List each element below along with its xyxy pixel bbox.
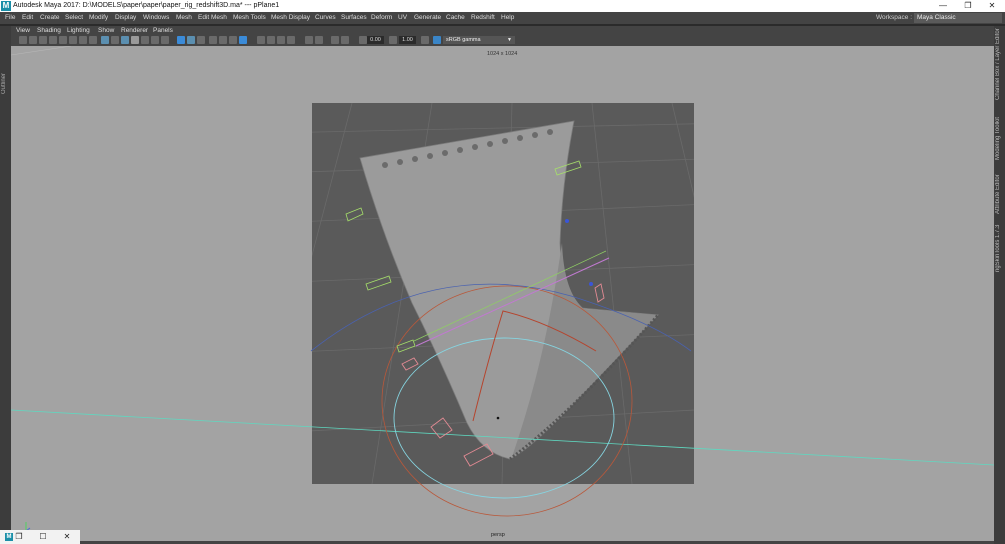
depth-of-field-icon[interactable]	[267, 36, 275, 44]
modeling-toolkit-tab[interactable]: Modeling Toolkit	[995, 112, 1004, 160]
restore-button[interactable]: ❐	[955, 0, 981, 12]
color-space-value: sRGB gamma	[446, 37, 481, 43]
outliner-tab[interactable]: Outliner	[1, 54, 10, 94]
grease-pencil-icon[interactable]	[69, 36, 77, 44]
select-camera-icon[interactable]	[19, 36, 27, 44]
isolate-select-icon[interactable]	[277, 36, 285, 44]
panel-menu-lighting[interactable]: Lighting	[67, 26, 90, 35]
multisample-aa-icon[interactable]	[257, 36, 265, 44]
window-title: Autodesk Maya 2017: D:\MODELS\paper\pape…	[13, 2, 280, 9]
channel-box-tab[interactable]: Channel Box / Layer Editor	[995, 28, 1004, 100]
x-ray-icon[interactable]	[287, 36, 295, 44]
panel-menu-bar: View Shading Lighting Show Renderer Pane…	[11, 26, 994, 35]
menu-mesh-display[interactable]: Mesh Display	[271, 12, 310, 24]
paper-sheet	[359, 120, 659, 460]
menu-mesh[interactable]: Mesh	[176, 12, 192, 24]
menu-edit-mesh[interactable]: Edit Mesh	[198, 12, 227, 24]
maya-icon[interactable]: M	[5, 533, 13, 541]
close-button[interactable]: ✕	[979, 0, 1005, 12]
film-gate-icon[interactable]	[89, 36, 97, 44]
menu-generate[interactable]: Generate	[414, 12, 441, 24]
menu-file[interactable]: File	[5, 12, 15, 24]
render-region	[312, 103, 694, 484]
restore-icon[interactable]: ❐	[14, 532, 24, 542]
maximize-icon[interactable]: ☐	[38, 532, 48, 542]
resolution-gate-label: 1024 x 1024	[487, 51, 518, 57]
view-transform-icon[interactable]	[421, 36, 429, 44]
menu-help[interactable]: Help	[501, 12, 514, 24]
main-menu-bar: File Edit Create Select Modify Display W…	[0, 12, 1005, 24]
ngskintools-tab[interactable]: ngSkinTools 1.7.3	[995, 222, 1004, 272]
shadows-icon[interactable]	[219, 36, 227, 44]
bookmarks-icon[interactable]	[39, 36, 47, 44]
minimize-button[interactable]: —	[930, 0, 956, 12]
menu-redshift[interactable]: Redshift	[471, 12, 495, 24]
panel-menu-show[interactable]: Show	[98, 26, 114, 35]
horizon-line	[11, 46, 72, 56]
camera-view-icon[interactable]	[331, 36, 339, 44]
left-tab-strip: Outliner	[0, 26, 11, 544]
color-management-icon[interactable]	[433, 36, 441, 44]
menu-display[interactable]: Display	[115, 12, 136, 24]
render-view-icon[interactable]	[341, 36, 349, 44]
title-bar: M Autodesk Maya 2017: D:\MODELS\paper\pa…	[0, 0, 1005, 12]
menu-uv[interactable]: UV	[398, 12, 407, 24]
menu-cache[interactable]: Cache	[446, 12, 465, 24]
image-plane-icon[interactable]	[49, 36, 57, 44]
motion-blur-icon[interactable]	[239, 36, 247, 44]
menu-modify[interactable]: Modify	[89, 12, 108, 24]
safe-action-icon[interactable]	[131, 36, 139, 44]
panel-menu-renderer[interactable]: Renderer	[121, 26, 148, 35]
safe-title-icon[interactable]	[141, 36, 149, 44]
resolution-gate-icon[interactable]	[101, 36, 109, 44]
menu-select[interactable]: Select	[65, 12, 83, 24]
panel-menu-shading[interactable]: Shading	[37, 26, 61, 35]
two-d-pan-icon[interactable]	[59, 36, 67, 44]
menu-curves[interactable]: Curves	[315, 12, 336, 24]
perspective-viewport[interactable]: 1024 x 1024 persp	[11, 46, 994, 541]
grid-icon[interactable]	[79, 36, 87, 44]
gate-mask-icon[interactable]	[111, 36, 119, 44]
maya-logo-icon: M	[1, 1, 11, 11]
close-icon[interactable]: ✕	[62, 532, 72, 542]
render-scene	[312, 103, 694, 484]
menu-create[interactable]: Create	[40, 12, 60, 24]
camera-attributes-icon[interactable]	[29, 36, 37, 44]
right-tab-strip: Channel Box / Layer Editor Modeling Tool…	[994, 26, 1005, 544]
gamma-icon[interactable]	[389, 36, 397, 44]
wireframe-icon[interactable]	[151, 36, 159, 44]
textured-icon[interactable]	[197, 36, 205, 44]
panel-toolbar: 0.00 1.00 sRGB gamma ▼	[11, 35, 994, 46]
gamma-field[interactable]: 1.00	[399, 36, 416, 44]
panel-menu-view[interactable]: View	[16, 26, 30, 35]
color-space-select[interactable]: sRGB gamma ▼	[443, 36, 515, 44]
smooth-shade-icon[interactable]	[161, 36, 169, 44]
menu-surfaces[interactable]: Surfaces	[341, 12, 367, 24]
workspace-label: Workspace :	[876, 14, 913, 21]
wireframe-on-shaded-icon[interactable]	[187, 36, 195, 44]
x-ray-joints-icon[interactable]	[305, 36, 313, 44]
use-all-lights-icon[interactable]	[209, 36, 217, 44]
minimized-window-bar: M ❐ ☐ ✕	[0, 530, 80, 544]
menu-edit[interactable]: Edit	[22, 12, 33, 24]
attribute-editor-tab[interactable]: Attribute Editor	[995, 170, 1004, 214]
x-ray-components-icon[interactable]	[315, 36, 323, 44]
use-default-material-icon[interactable]	[177, 36, 185, 44]
exposure-icon[interactable]	[359, 36, 367, 44]
panel-menu-panels[interactable]: Panels	[153, 26, 173, 35]
workspace-select[interactable]: Maya Classic	[914, 13, 1002, 23]
field-chart-icon[interactable]	[121, 36, 129, 44]
screen-space-ao-icon[interactable]	[229, 36, 237, 44]
camera-name-label: persp	[491, 532, 505, 538]
menu-deform[interactable]: Deform	[371, 12, 392, 24]
menu-mesh-tools[interactable]: Mesh Tools	[233, 12, 266, 24]
chevron-down-icon: ▼	[507, 37, 512, 43]
exposure-field[interactable]: 0.00	[367, 36, 384, 44]
menu-windows[interactable]: Windows	[143, 12, 169, 24]
